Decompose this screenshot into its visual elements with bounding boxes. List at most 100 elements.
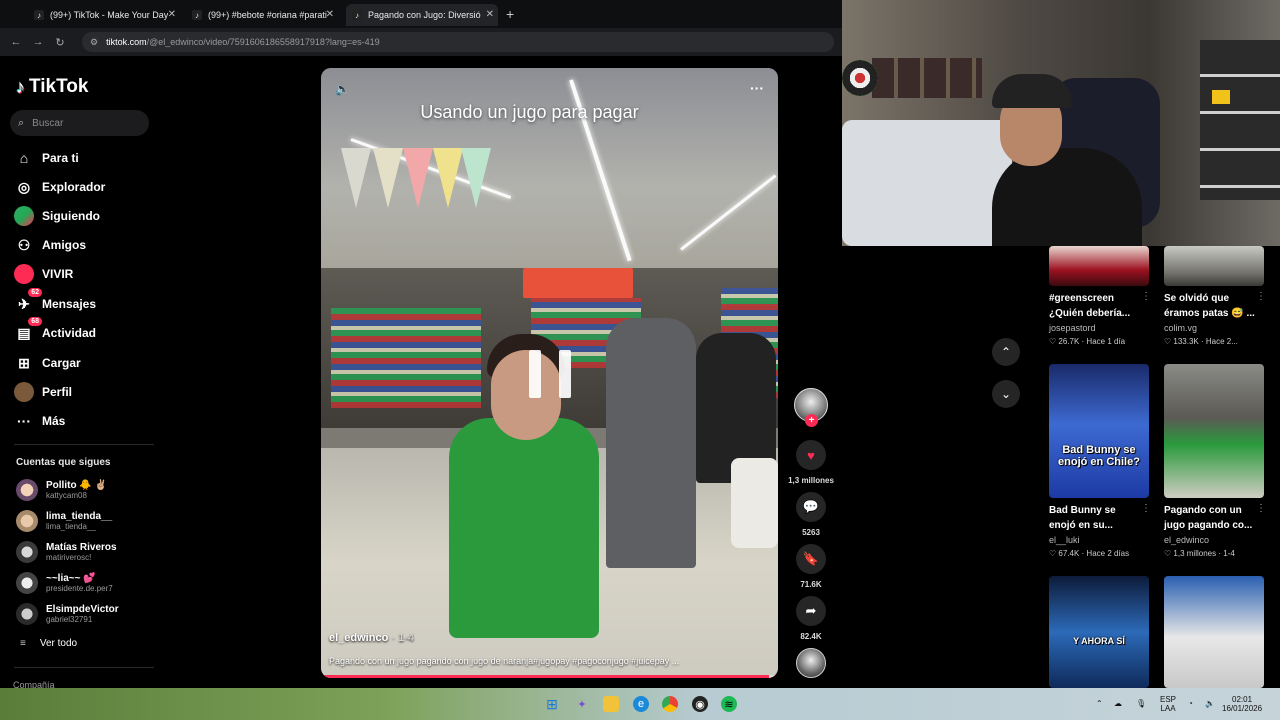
sidebar-item-perfil[interactable]: Perfil [14, 380, 154, 404]
edge-browser-icon[interactable]: e [633, 696, 649, 712]
sidebar-item-amigos[interactable]: ⚇ Amigos [14, 233, 154, 257]
recommendation-card[interactable]: Se olvidó que éramos patas 😅 ... ⋮ colim.… [1164, 246, 1266, 352]
card-more-icon[interactable]: ⋮ [1141, 503, 1151, 514]
heart-outline-icon: ♡ [1049, 337, 1057, 346]
sidebar-item-label: Cargar [42, 356, 81, 370]
thumbnail-text: Y AHORA SÍ [1073, 636, 1125, 646]
tiktok-page: ♪ TikTok ⌕ Buscar ⌂ Para ti ◎ Explorador… [0, 56, 842, 690]
back-arrow-icon[interactable]: ← [10, 36, 22, 48]
following-account[interactable]: ~~lia~~ 💕 presidente.de.per7 [16, 570, 156, 596]
following-account[interactable]: Matías Riveros matiriverosc! [16, 539, 156, 565]
microphone-icon[interactable]: 🎙 [1136, 699, 1146, 708]
like-heart-icon[interactable]: ♥ [796, 440, 826, 470]
following-account[interactable]: lima_tienda__ lima_tienda__ [16, 508, 156, 534]
new-tab-icon[interactable]: + [506, 6, 514, 22]
card-more-icon[interactable]: ⋮ [1256, 291, 1266, 302]
copilot-icon[interactable]: ✦ [574, 696, 590, 712]
card-title-line: Se olvidó que [1164, 293, 1230, 304]
share-arrow-icon[interactable]: ➦ [796, 596, 826, 626]
sidebar-divider [14, 444, 154, 445]
heart-outline-icon: ♡ [1164, 337, 1172, 346]
video-thumbnail: Bad Bunny se enojó en Chile? [1049, 364, 1149, 498]
sidebar-item-para-ti[interactable]: ⌂ Para ti [14, 146, 154, 170]
recommendation-card[interactable] [1164, 576, 1264, 688]
video-caption[interactable]: Pagando con un jugo pagando con jugo de … [329, 656, 679, 666]
avatar [16, 541, 38, 563]
sidebar-item-label: Explorador [42, 180, 106, 194]
recommendations-panel: ⌃ ⌄ #greenscreen ¿Quién debería... ⋮ jose… [842, 246, 1280, 688]
screen: ♪ (99+) TikTok - Make Your Day ✕ ♪ (99+)… [0, 0, 1280, 720]
tiktok-favicon-icon: ♪ [192, 10, 202, 20]
sidebar-item-mas[interactable]: ··· Más [14, 409, 154, 433]
sidebar-item-label: VIVIR [42, 267, 74, 281]
upload-icon: ⊞ [18, 354, 30, 371]
comment-icon[interactable]: 💬 [796, 492, 826, 522]
pause-icon[interactable] [529, 350, 571, 398]
card-likes: 133.3K [1173, 337, 1199, 346]
recommendation-card[interactable]: Y AHORA SÍ [1049, 576, 1149, 688]
sidebar-item-siguiendo[interactable]: Siguiendo [14, 204, 154, 228]
card-more-icon[interactable]: ⋮ [1256, 503, 1266, 514]
heart-outline-icon: ♡ [1164, 549, 1172, 558]
video-scene-cashier [439, 334, 609, 638]
recommendation-card[interactable]: #greenscreen ¿Quién debería... ⋮ josepast… [1049, 246, 1151, 352]
wifi-icon[interactable]: ◔ [1188, 699, 1193, 708]
url-input[interactable]: ⚙ tiktok.com /@el_edwinco/video/75916061… [82, 32, 834, 52]
windows-taskbar: ⊞ ✦ e ◉ ≋ ⌃ ☁ 🎙 ESP LAA ◔ 🔈 02:01 16/01/20… [0, 688, 1280, 720]
network-icon[interactable]: ☁ [1114, 699, 1122, 708]
speaker-icon[interactable]: 🔈 [1205, 699, 1215, 708]
browser-tab-2[interactable]: ♪ (99+) #bebote #oriana #parati ✕ [188, 4, 338, 26]
video-date: · 1-4 [391, 632, 414, 644]
recommendation-card[interactable]: Bad Bunny se enojó en Chile? Bad Bunny s… [1049, 364, 1151, 562]
following-section-title: Cuentas que sigues [16, 457, 111, 468]
card-likes: 67.4K [1058, 549, 1080, 558]
clock[interactable]: 02:01 16/01/2026 [1222, 695, 1262, 713]
video-progress-bar[interactable] [321, 675, 778, 678]
video-author[interactable]: el_edwinco · 1-4 [329, 632, 414, 644]
recommendation-card[interactable]: Pagando con un jugo pagando co... ⋮ el_ed… [1164, 364, 1266, 562]
show-hidden-icons[interactable]: ⌃ [1096, 699, 1103, 708]
activity-icon: ▤ 68 [14, 317, 42, 343]
webcam-streamer-cap [992, 74, 1072, 108]
close-tab-icon[interactable]: ✕ [486, 9, 494, 20]
close-tab-icon[interactable]: ✕ [326, 9, 334, 20]
search-placeholder: Buscar [32, 117, 64, 129]
windows-start-icon[interactable]: ⊞ [544, 696, 560, 712]
card-more-icon[interactable]: ⋮ [1141, 291, 1151, 302]
chevron-down-icon[interactable]: ⌄ [992, 380, 1020, 408]
music-disc-icon[interactable] [796, 648, 826, 678]
sidebar-item-label: Siguiendo [42, 209, 100, 223]
sidebar-item-mensajes[interactable]: ✈ 62 Mensajes [14, 288, 154, 316]
following-account[interactable]: ElsimpdeVictor gabriel32791 [16, 601, 156, 627]
following-account[interactable]: Pollito 🐥 ✌🏼 kattycam08 [16, 477, 156, 503]
tiktok-logo[interactable]: ♪ TikTok [16, 76, 88, 98]
site-info-icon[interactable]: ⚙ [90, 37, 98, 48]
sidebar-item-actividad[interactable]: ▤ 68 Actividad [14, 317, 154, 345]
card-title-line: jugo pagando co... [1164, 520, 1253, 531]
browser-tab-3[interactable]: ♪ Pagando con Jugo: Diversió ✕ [346, 4, 498, 26]
sidebar-item-vivir[interactable]: VIVIR [14, 262, 154, 286]
search-input[interactable]: ⌕ Buscar [10, 110, 149, 136]
input-language[interactable]: ESP LAA [1160, 695, 1176, 713]
chevron-up-icon[interactable]: ⌃ [992, 338, 1020, 366]
card-title-line: #greenscreen [1049, 293, 1115, 304]
browser-tab-1[interactable]: ♪ (99+) TikTok - Make Your Day ✕ [30, 4, 180, 26]
volume-icon[interactable]: 🔈 [335, 82, 350, 96]
video-overlay-title: Usando un jugo para pagar [420, 102, 639, 122]
obs-icon[interactable]: ◉ [692, 696, 708, 712]
video-player[interactable]: 🔈 ··· Usando un jugo para pagar el_edwin… [321, 68, 778, 678]
comment-count: 5263 [802, 528, 820, 537]
see-all-following-link[interactable]: ≡ Ver todo [20, 638, 77, 649]
follow-plus-icon[interactable]: + [805, 414, 818, 427]
spotify-icon[interactable]: ≋ [721, 696, 737, 712]
reload-icon[interactable]: ↻ [54, 36, 66, 49]
bookmark-icon[interactable]: 🔖 [796, 544, 826, 574]
file-explorer-icon[interactable] [603, 696, 619, 712]
sidebar-item-cargar[interactable]: ⊞ Cargar [14, 351, 154, 375]
chrome-browser-icon[interactable] [662, 696, 678, 712]
tab-title: (99+) #bebote #oriana #parati [208, 10, 327, 20]
sidebar-item-explorador[interactable]: ◎ Explorador [14, 175, 154, 199]
more-options-icon[interactable]: ··· [750, 80, 764, 96]
forward-arrow-icon[interactable]: → [32, 36, 44, 48]
close-tab-icon[interactable]: ✕ [168, 9, 176, 20]
